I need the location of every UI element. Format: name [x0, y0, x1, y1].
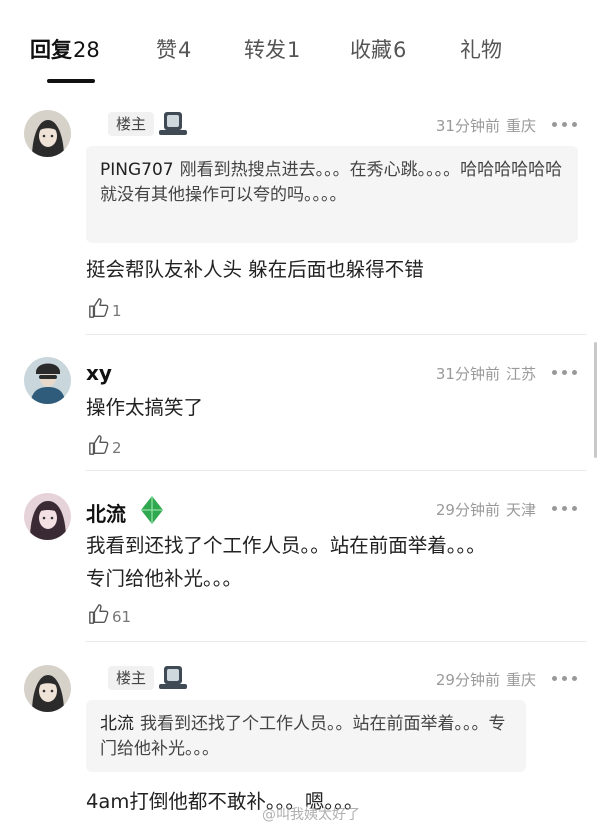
tab-bar: 回复28 赞4 转发1 收藏6 礼物	[0, 0, 600, 96]
comment-item: 楼主 29分钟前 重庆 北流 我看到还找了个工作人员。。站在前面举着。。。专门给他补…	[0, 643, 600, 830]
tab-replies[interactable]: 回复28	[30, 34, 100, 64]
tab-reposts[interactable]: 转发1	[244, 34, 300, 64]
comment-location: 重庆	[505, 671, 536, 689]
thumbs-up-icon	[89, 435, 109, 455]
like-count: 2	[112, 439, 122, 457]
comment-text: 我看到还找了个工作人员。。站在前面举着。。。专门给他补光。。。	[86, 534, 486, 590]
like-count: 61	[112, 608, 132, 626]
thumbs-up-icon	[89, 298, 109, 318]
more-options-icon[interactable]	[552, 675, 578, 683]
comment-meta: 29分钟前 重庆	[436, 669, 536, 690]
comment-location: 重庆	[505, 117, 536, 135]
like-button[interactable]: 1	[88, 297, 122, 321]
owner-tag: 楼主	[108, 666, 154, 690]
comment-location: 天津	[505, 501, 536, 519]
quoted-reply[interactable]: PING707 刚看到热搜点进去。。。在秀心跳。。。。哈哈哈哈哈哈就没有其他操作可…	[86, 146, 578, 243]
comment-time: 31分钟前	[435, 117, 500, 135]
owner-tag: 楼主	[108, 112, 154, 136]
divider	[86, 470, 586, 471]
quoted-reply[interactable]: 北流 我看到还找了个工作人员。。站在前面举着。。。专门给他补光。。。	[86, 700, 526, 772]
comment-time: 29分钟前	[435, 671, 500, 689]
avatar[interactable]	[24, 665, 71, 712]
more-options-icon[interactable]	[552, 121, 578, 129]
comment-time: 29分钟前	[435, 501, 500, 519]
tab-label: 回复	[30, 38, 72, 62]
quoted-text: 我看到还找了个工作人员。。站在前面举着。。。专门给他补光。。。	[100, 714, 506, 759]
comment-text: 挺会帮队友补人头 躲在后面也躲得不错	[86, 258, 424, 281]
tab-count: 6	[393, 38, 407, 62]
tab-label: 礼物	[460, 38, 502, 62]
vip-hat-icon	[158, 109, 188, 139]
comment-meta: 29分钟前 天津	[436, 499, 536, 520]
avatar[interactable]	[24, 493, 71, 540]
scrollbar[interactable]	[594, 342, 597, 458]
user-name[interactable]: 北流	[86, 498, 126, 527]
comment-meta: 31分钟前 重庆	[436, 115, 536, 136]
tab-likes[interactable]: 赞4	[156, 34, 191, 64]
tab-label: 转发	[244, 38, 286, 62]
user-name[interactable]: xy	[86, 361, 112, 385]
tab-count: 1	[287, 38, 301, 62]
like-button[interactable]: 2	[88, 434, 122, 458]
comment-meta: 31分钟前 江苏	[436, 363, 536, 384]
tab-count: 4	[178, 38, 192, 62]
tab-label: 赞	[156, 38, 177, 62]
comment-item: 北流 29分钟前 天津 我看到还找了个工作人员。。站在前面举着。。。专门给他补光。…	[0, 472, 600, 642]
divider	[86, 641, 586, 642]
watermark: @叫我姨太好了	[262, 807, 360, 823]
tab-count: 28	[73, 38, 100, 62]
divider	[86, 334, 586, 335]
thumbs-up-icon	[89, 604, 109, 624]
more-options-icon[interactable]	[552, 505, 578, 513]
tab-label: 收藏	[350, 38, 392, 62]
comment-time: 31分钟前	[435, 365, 500, 383]
active-tab-indicator	[47, 79, 95, 83]
more-options-icon[interactable]	[552, 369, 578, 377]
vip-hat-icon	[158, 663, 188, 693]
like-button[interactable]: 61	[88, 603, 131, 627]
quoted-user-name[interactable]: 北流	[100, 714, 134, 734]
avatar[interactable]	[24, 357, 71, 404]
green-leaf-badge-icon	[137, 494, 167, 524]
quoted-user-name[interactable]: PING707	[100, 160, 174, 180]
tab-gifts[interactable]: 礼物	[460, 34, 502, 64]
comment-item: xy 31分钟前 江苏 操作太搞笑了 2	[0, 336, 600, 470]
comment-text: 操作太搞笑了	[86, 396, 204, 419]
comment-item: 楼主 31分钟前 重庆 PING707 刚看到热搜点进去。。。在秀心跳。。。。哈哈哈…	[0, 96, 600, 336]
like-count: 1	[112, 302, 122, 320]
avatar[interactable]	[24, 110, 71, 157]
tab-favorites[interactable]: 收藏6	[350, 34, 406, 64]
comment-location: 江苏	[505, 365, 536, 383]
